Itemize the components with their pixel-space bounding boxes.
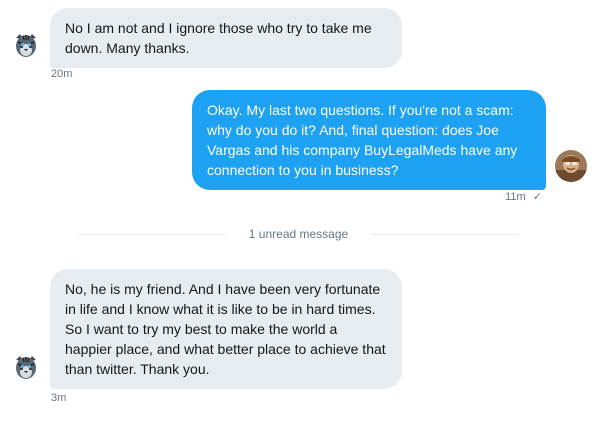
message-meta: 11m ✓	[470, 190, 542, 204]
message-bubble-outgoing[interactable]: Okay. My last two questions. If you're n…	[192, 90, 546, 190]
user-avatar-icon	[555, 150, 587, 182]
sender-avatar[interactable]	[10, 30, 42, 62]
tiger-avatar-icon	[10, 352, 42, 384]
message-timestamp: 20m	[51, 68, 73, 80]
message-text: No I am not and I ignore those who try t…	[65, 20, 372, 56]
message-text: Okay. My last two questions. If you're n…	[207, 102, 518, 178]
message-timestamp: 11m	[505, 191, 526, 203]
sender-avatar[interactable]	[10, 352, 42, 384]
divider-line-left	[78, 234, 226, 235]
unread-divider-label: 1 unread message	[248, 227, 349, 241]
message-timestamp: 3m	[51, 392, 67, 404]
message-bubble-incoming[interactable]: No, he is my friend. And I have been ver…	[50, 269, 402, 389]
message-text: No, he is my friend. And I have been ver…	[65, 281, 386, 377]
user-avatar[interactable]	[555, 150, 587, 182]
message-bubble-incoming[interactable]: No I am not and I ignore those who try t…	[50, 8, 402, 68]
check-icon: ✓	[532, 191, 542, 203]
tiger-avatar-icon	[10, 30, 42, 62]
divider-line-right	[371, 234, 519, 235]
